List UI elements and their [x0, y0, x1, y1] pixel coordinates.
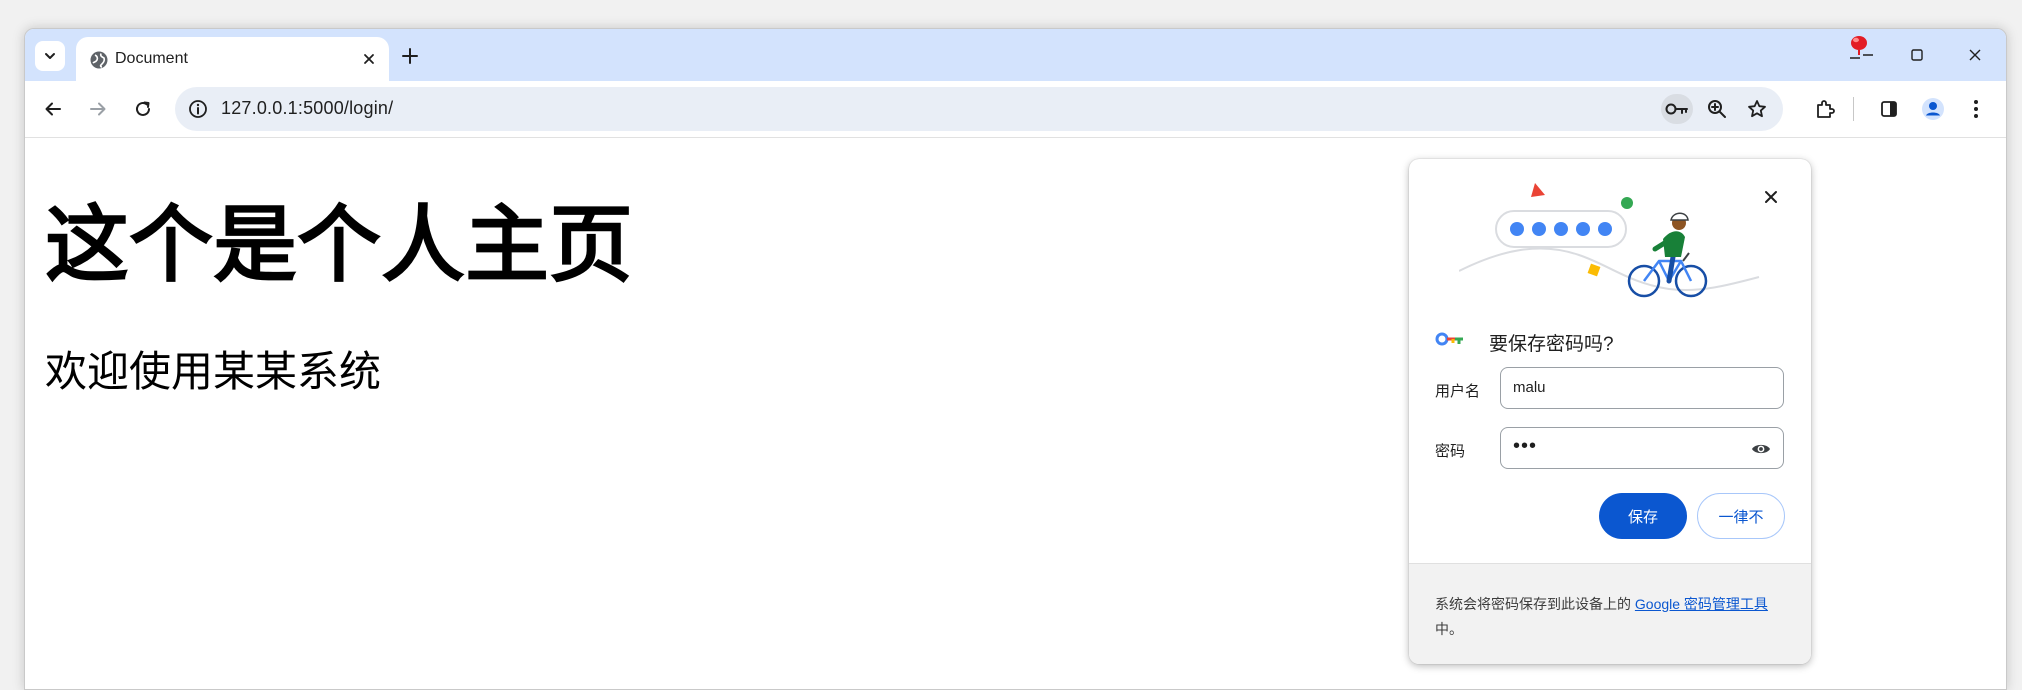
forward-button[interactable] [80, 91, 116, 127]
site-info-button[interactable] [183, 94, 213, 124]
password-illustration [1459, 183, 1760, 298]
side-panel-button[interactable] [1871, 91, 1907, 127]
address-bar[interactable]: 127.0.0.1:5000/login/ [175, 87, 1783, 131]
close-icon [1765, 191, 1777, 203]
zoom-icon [1708, 100, 1726, 118]
username-field[interactable]: malu [1500, 367, 1784, 409]
star-icon [1748, 100, 1766, 118]
profile-button[interactable] [1915, 91, 1951, 127]
close-icon [364, 54, 374, 64]
close-window-button[interactable] [1955, 39, 1995, 71]
key-icon [1665, 103, 1688, 115]
tab-document[interactable]: Document [76, 37, 389, 81]
extensions-button[interactable] [1807, 91, 1843, 127]
bubble-title: 要保存密码吗? [1489, 334, 1614, 355]
reload-button[interactable] [125, 91, 161, 127]
back-button[interactable] [35, 91, 71, 127]
welcome-text: 欢迎使用某某系统 [45, 347, 382, 396]
tab-title: Document [115, 50, 188, 67]
zoom-button[interactable] [1701, 94, 1733, 124]
more-menu-button[interactable] [1958, 91, 1994, 127]
username-label: 用户名 [1435, 383, 1481, 400]
browser-window: Document 127.0.0.1:5000/login/ 这个是个人主页 欢… [24, 28, 2007, 690]
eye-icon [1752, 444, 1770, 454]
footer-prefix: 系统会将密码保存到此设备上的 [1435, 596, 1631, 612]
tab-close-button[interactable] [357, 47, 381, 71]
toolbar-separator [1853, 97, 1854, 121]
tab-search-button[interactable] [35, 41, 65, 71]
password-field[interactable]: ••• [1500, 427, 1784, 469]
password-manager-link[interactable]: Google 密码管理工具 [1635, 596, 1768, 612]
back-icon [45, 102, 61, 116]
tab-strip: Document [25, 29, 2006, 81]
minimize-icon [1850, 57, 1860, 59]
profile-icon [1922, 98, 1944, 120]
close-window-icon [1969, 49, 1981, 61]
google-key-icon [1435, 332, 1463, 346]
minimize-button[interactable] [1835, 39, 1875, 71]
bubble-close-button[interactable] [1757, 183, 1785, 211]
show-password-button[interactable] [1749, 437, 1773, 461]
new-tab-button[interactable] [395, 41, 425, 71]
footer-text: 系统会将密码保存到此设备上的 Google 密码管理工具中。 [1435, 592, 1787, 642]
password-label: 密码 [1435, 443, 1466, 460]
globe-icon [90, 51, 108, 69]
maximize-icon [1911, 49, 1923, 61]
password-mask: ••• [1513, 435, 1538, 457]
maximize-button[interactable] [1897, 39, 1937, 71]
never-button[interactable]: 一律不 [1697, 493, 1785, 539]
page-heading: 这个是个人主页 [45, 196, 634, 294]
forward-icon [90, 102, 106, 116]
footer-suffix: 中。 [1435, 621, 1463, 637]
extensions-icon [1817, 100, 1835, 118]
plus-icon [402, 48, 418, 64]
side-panel-icon [1881, 101, 1897, 117]
chevron-down-icon [45, 53, 55, 59]
username-value: malu [1513, 379, 1546, 396]
save-password-bubble: 要保存密码吗? 用户名 malu 密码 ••• 保存 一律不 系统会将密码保存到… [1409, 159, 1811, 664]
bubble-footer: 系统会将密码保存到此设备上的 Google 密码管理工具中。 [1409, 563, 1811, 664]
address-url: 127.0.0.1:5000/login/ [221, 98, 394, 118]
toolbar: 127.0.0.1:5000/login/ [25, 81, 2006, 138]
info-icon [189, 100, 207, 118]
save-button[interactable]: 保存 [1599, 493, 1687, 539]
more-icon [1974, 100, 1978, 118]
bookmark-button[interactable] [1741, 94, 1773, 124]
password-key-button[interactable] [1661, 94, 1693, 124]
reload-icon [136, 101, 150, 116]
